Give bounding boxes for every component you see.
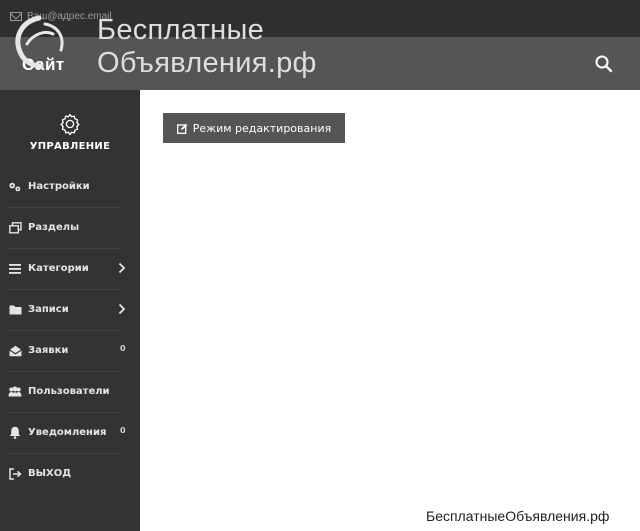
sidebar-item-sections[interactable]: Разделы [0, 207, 140, 248]
chevron-right-icon [118, 303, 126, 315]
sidebar-item-requests[interactable]: Заявки 0 [0, 330, 140, 371]
sidebar-item-logout[interactable]: ВЫХОД [0, 453, 140, 494]
count-badge: 0 [120, 344, 126, 353]
management-label: УПРАВЛЕНИЕ [29, 141, 111, 152]
sidebar-menu: Настройки Разделы Категории Записи Заявк… [0, 166, 140, 494]
gear-icon [60, 113, 80, 136]
users-icon [8, 385, 22, 399]
edit-icon [176, 123, 188, 134]
sidebar-item-label: ВЫХОД [28, 468, 72, 479]
logo-icon [15, 15, 64, 69]
gears-icon [8, 180, 22, 194]
watermark-line-2: Объявления.рф [97, 47, 317, 79]
search-icon[interactable] [593, 53, 615, 75]
sidebar-item-label: Пользователи [28, 386, 110, 397]
sidebar: УПРАВЛЕНИЕ Настройки Разделы Категории З… [0, 90, 140, 531]
sidebar-item-categories[interactable]: Категории [0, 248, 140, 289]
windows-icon [8, 221, 22, 235]
watermark-line-1: Бесплатные [97, 14, 265, 46]
bell-icon [8, 426, 22, 440]
sidebar-item-label: Настройки [28, 181, 90, 192]
sidebar-item-label: Разделы [28, 222, 80, 233]
sidebar-item-records[interactable]: Записи [0, 289, 140, 330]
sign-out-icon [8, 467, 22, 481]
list-icon [8, 262, 22, 276]
edit-mode-button[interactable]: Режим редактирования [163, 113, 345, 143]
management-header: УПРАВЛЕНИЕ [0, 112, 140, 152]
sidebar-item-settings[interactable]: Настройки [0, 166, 140, 207]
open-envelope-icon [8, 344, 22, 358]
folder-icon [8, 303, 22, 317]
edit-mode-label: Режим редактирования [192, 121, 332, 135]
chevron-right-icon [118, 262, 126, 274]
watermark-title: Бесплатные Объявления.рф [97, 14, 387, 80]
sidebar-item-notifications[interactable]: Уведомления 0 [0, 412, 140, 453]
count-badge: 0 [120, 426, 126, 435]
footer-watermark: БесплатныеОбъявления.рф [426, 508, 610, 524]
sidebar-item-users[interactable]: Пользователи [0, 371, 140, 412]
